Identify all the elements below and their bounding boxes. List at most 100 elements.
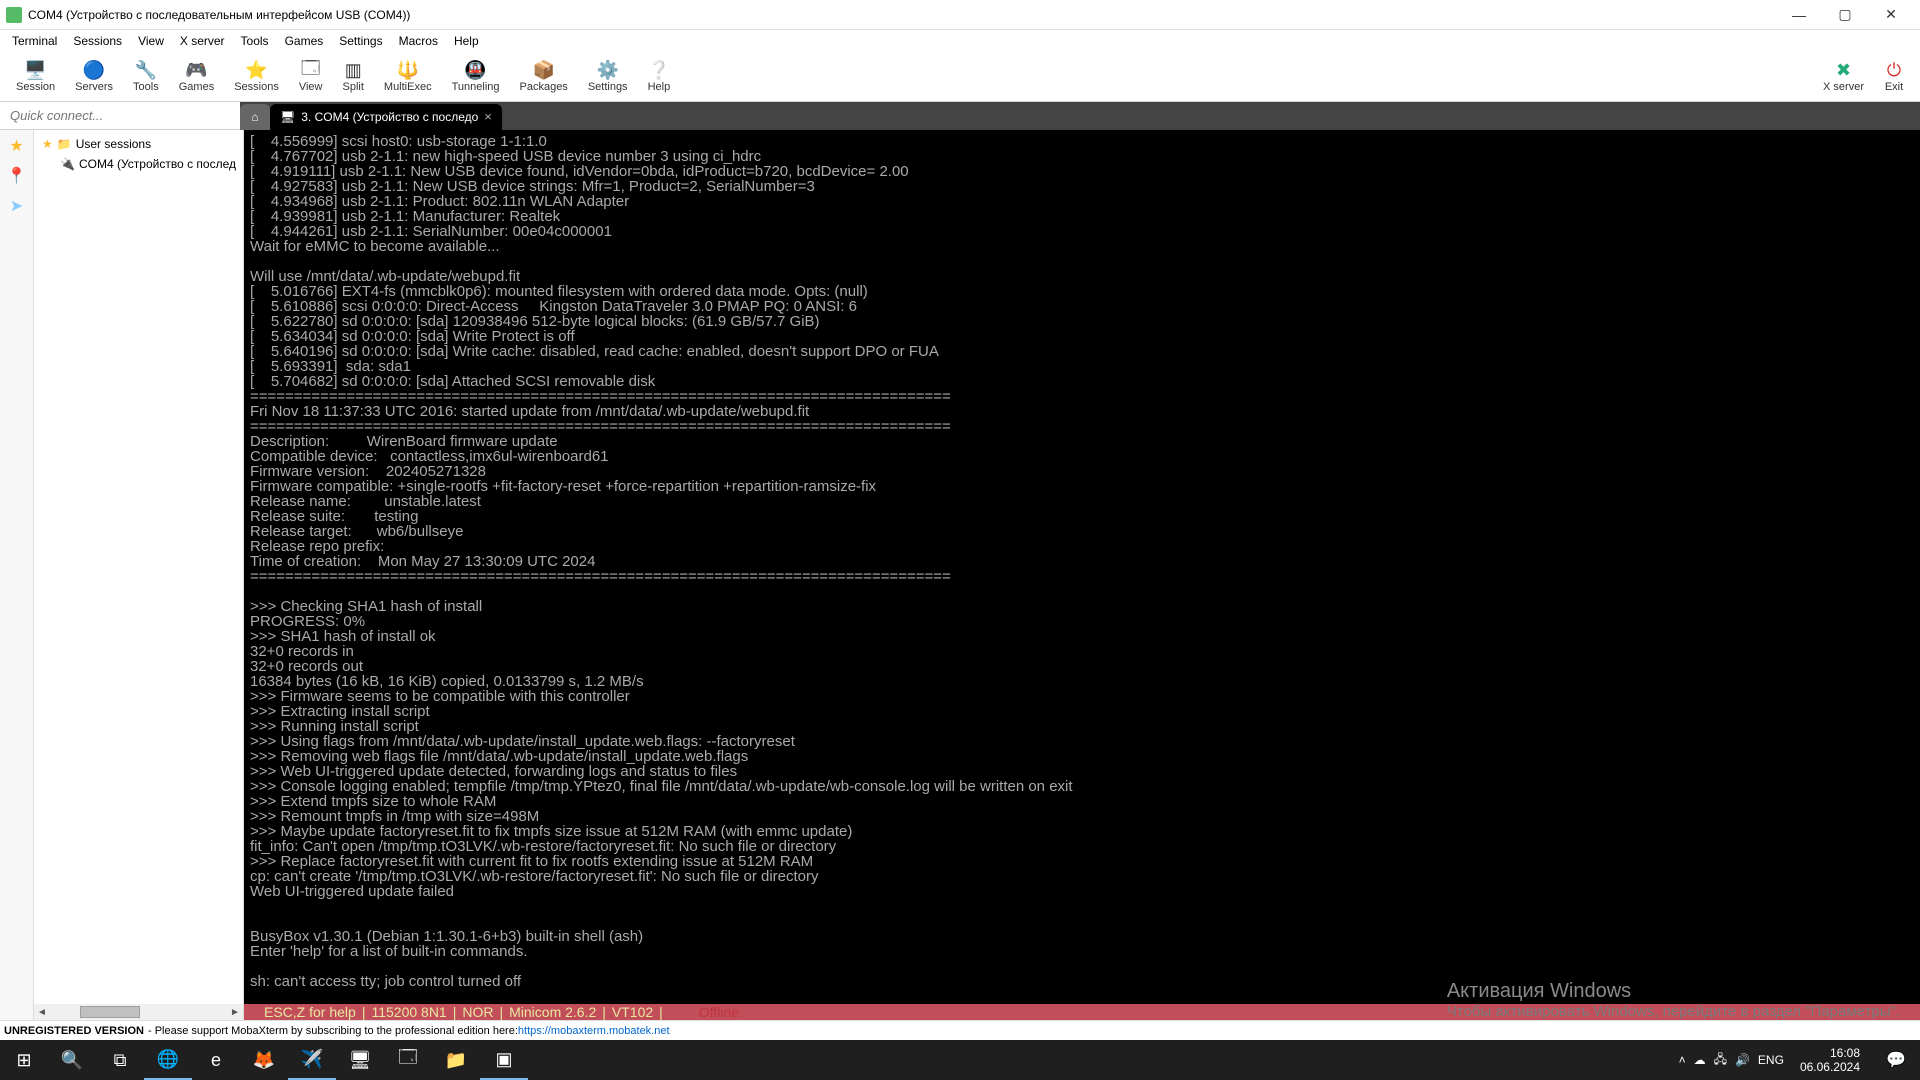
tunneling-button-icon: 🚇 [466, 61, 486, 81]
menu-tools[interactable]: Tools [233, 32, 277, 50]
servers-button[interactable]: 🔵Servers [65, 59, 123, 95]
home-icon: ⌂ [251, 110, 258, 124]
menu-terminal[interactable]: Terminal [4, 32, 65, 50]
settings-button[interactable]: ⚙️Settings [578, 59, 638, 95]
games-button[interactable]: 🎮Games [169, 59, 224, 95]
tree-item[interactable]: 🔌 COM4 (Устройство с послед [38, 154, 239, 174]
minimize-button[interactable]: ― [1776, 0, 1822, 30]
tree-item-label: COM4 (Устройство с послед [79, 157, 236, 171]
star-icon[interactable]: ★ [7, 136, 27, 156]
system-tray: ˄ ☁ 🖧 🔊 ENG 16:08 06.06.2024 💬 [1679, 1046, 1920, 1074]
star-icon: ★ [42, 137, 53, 151]
status-state: Offline [699, 1004, 739, 1020]
send-icon[interactable]: ➤ [7, 196, 27, 216]
left-gutter: ★ 📍 ➤ [0, 130, 34, 1020]
sessions-button-icon: ⭐ [247, 61, 267, 81]
scroll-right-icon[interactable]: ► [227, 1007, 243, 1018]
packages-button[interactable]: 📦Packages [510, 59, 578, 95]
toolbar: 🖥️Session🔵Servers🔧Tools🎮Games⭐Sessions🗔V… [0, 52, 1920, 102]
menu-games[interactable]: Games [277, 32, 332, 50]
status-baud: 115200 8N1 [371, 1004, 446, 1020]
session-button-icon: 🖥️ [26, 61, 46, 81]
chrome-icon[interactable]: 🌐 [144, 1040, 192, 1080]
firefox-icon[interactable]: 🦊 [240, 1040, 288, 1080]
menu-help[interactable]: Help [446, 32, 487, 50]
clock-time: 16:08 [1800, 1046, 1860, 1060]
tray-lang[interactable]: ENG [1758, 1053, 1784, 1067]
footer: UNREGISTERED VERSION - Please support Mo… [0, 1020, 1920, 1040]
mobaxterm-icon[interactable]: ▣ [480, 1040, 528, 1080]
help-button[interactable]: ❔Help [638, 59, 681, 95]
quick-connect-input[interactable] [0, 103, 240, 129]
cloud-icon[interactable]: ☁ [1694, 1053, 1706, 1067]
clock[interactable]: 16:08 06.06.2024 [1792, 1046, 1868, 1074]
notification-icon[interactable]: 💬 [1876, 1050, 1916, 1070]
sidebar: ★ 📁 User sessions 🔌 COM4 (Устройство с п… [34, 130, 244, 1020]
volume-icon[interactable]: 🔊 [1735, 1053, 1750, 1067]
scroll-left-icon[interactable]: ◄ [34, 1007, 50, 1018]
exit-button[interactable]: ⏻Exit [1874, 59, 1914, 95]
view-button[interactable]: 🗔View [289, 59, 333, 95]
split-button-icon: ▥ [343, 61, 363, 81]
tab-close-icon[interactable]: × [484, 109, 492, 124]
horizontal-scrollbar[interactable]: ◄ ► [34, 1004, 243, 1020]
search-button[interactable]: 🔍 [48, 1040, 96, 1080]
multiexec-button-icon: 🔱 [398, 61, 418, 81]
menu-settings[interactable]: Settings [331, 32, 390, 50]
status-help: ESC,Z for help [264, 1004, 356, 1020]
maximize-button[interactable]: ▢ [1822, 0, 1868, 30]
app-icon [6, 7, 22, 23]
session-tab[interactable]: 🖥 3. COM4 (Устройство с последо × [270, 104, 502, 130]
folder-icon: 📁 [57, 137, 72, 151]
taskview-button[interactable]: ⧉ [96, 1040, 144, 1080]
xserver-button[interactable]: ✖X server [1813, 59, 1874, 95]
menu-sessions[interactable]: Sessions [65, 32, 130, 50]
servers-button-icon: 🔵 [84, 61, 104, 81]
status-term: VT102 [612, 1004, 653, 1020]
tools-button[interactable]: 🔧Tools [123, 59, 169, 95]
device-icon: 🔌 [60, 157, 75, 171]
menu-x-server[interactable]: X server [172, 32, 233, 50]
packages-button-icon: 📦 [534, 61, 554, 81]
clock-date: 06.06.2024 [1800, 1060, 1860, 1074]
tree-root-label: User sessions [76, 137, 151, 151]
menu-macros[interactable]: Macros [391, 32, 446, 50]
titlebar: COM4 (Устройство с последовательным инте… [0, 0, 1920, 30]
status-app: Minicom 2.6.2 [509, 1004, 596, 1020]
status-nor: NOR [462, 1004, 493, 1020]
settings-button-icon: ⚙️ [598, 61, 618, 81]
scrollbar-thumb[interactable] [80, 1006, 140, 1018]
help-button-icon: ❔ [649, 61, 669, 81]
footer-link[interactable]: https://mobaxterm.mobatek.net [518, 1025, 670, 1037]
app-icon-2[interactable]: 🗔 [384, 1040, 432, 1080]
session-button[interactable]: 🖥️Session [6, 59, 65, 95]
taskbar: ⊞ 🔍 ⧉ 🌐 e 🦊 ✈️ 🖥 🗔 📁 ▣ ˄ ☁ 🖧 🔊 ENG 16:08… [0, 1040, 1920, 1080]
tree-root[interactable]: ★ 📁 User sessions [38, 134, 239, 154]
network-icon[interactable]: 🖧 [1714, 1050, 1727, 1071]
menu-view[interactable]: View [130, 32, 172, 50]
explorer-icon[interactable]: 📁 [432, 1040, 480, 1080]
sessions-button[interactable]: ⭐Sessions [224, 59, 289, 95]
unregistered-label: UNREGISTERED VERSION [4, 1025, 144, 1037]
chevron-up-icon[interactable]: ˄ [1679, 1053, 1686, 1067]
edge-icon[interactable]: e [192, 1040, 240, 1080]
close-button[interactable]: ✕ [1868, 0, 1914, 30]
quick-connect-bar: ⌂ 🖥 3. COM4 (Устройство с последо × [0, 102, 1920, 130]
terminal-icon: 🖥 [280, 110, 295, 124]
home-tab[interactable]: ⌂ [240, 104, 270, 130]
terminal-output[interactable]: [ 4.556999] scsi host0: usb-storage 1-1:… [244, 130, 1920, 1020]
telegram-icon[interactable]: ✈️ [288, 1040, 336, 1080]
tunneling-button[interactable]: 🚇Tunneling [442, 59, 510, 95]
menubar: TerminalSessionsViewX serverToolsGamesSe… [0, 30, 1920, 52]
start-button[interactable]: ⊞ [0, 1040, 48, 1080]
split-button[interactable]: ▥Split [333, 59, 374, 95]
app-icon-1[interactable]: 🖥 [336, 1040, 384, 1080]
view-button-icon: 🗔 [301, 61, 321, 81]
tab-label: 3. COM4 (Устройство с последо [301, 110, 478, 124]
footer-msg: - Please support MobaXterm by subscribin… [148, 1025, 518, 1037]
minicom-statusbar: ESC,Z for help| 115200 8N1| NOR| Minicom… [244, 1004, 1920, 1020]
multiexec-button[interactable]: 🔱MultiExec [374, 59, 442, 95]
exit-button-icon: ⏻ [1884, 61, 1904, 81]
games-button-icon: 🎮 [186, 61, 206, 81]
pin-icon[interactable]: 📍 [7, 166, 27, 186]
